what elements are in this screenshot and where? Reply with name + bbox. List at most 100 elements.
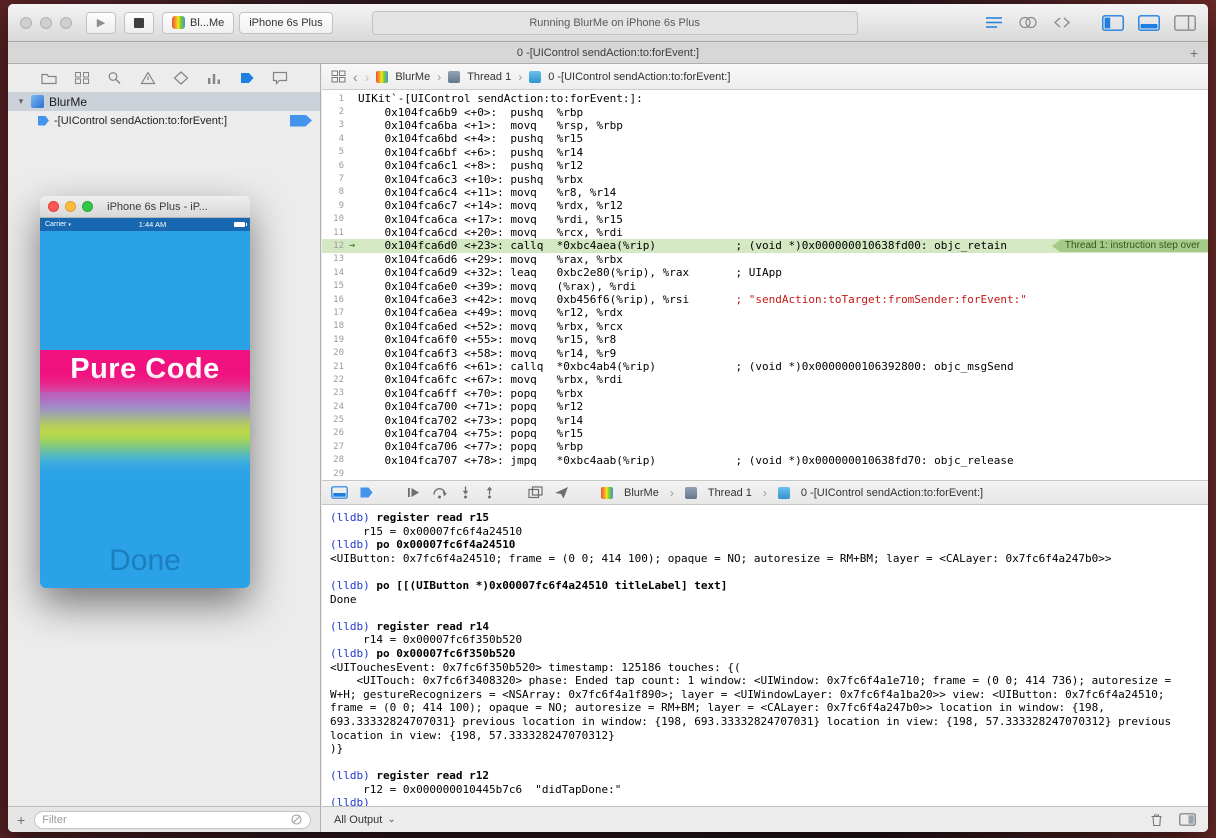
debugbar-crumb-frame[interactable]: 0 -[UIControl sendAction:to:forEvent:] <box>801 487 983 499</box>
minimize-button[interactable] <box>65 201 76 212</box>
step-into-icon[interactable] <box>459 486 472 499</box>
stop-button[interactable] <box>124 11 154 34</box>
debug-view-hierarchy-icon[interactable] <box>528 486 543 499</box>
utilities-toggle-icon[interactable] <box>1174 14 1196 31</box>
jumpbar-crumb-frame[interactable]: 0 -[UIControl sendAction:to:forEvent:] <box>548 71 730 83</box>
stop-icon <box>134 17 144 28</box>
standard-editor-icon[interactable] <box>984 15 1004 30</box>
breakpoints-toggle-icon[interactable] <box>359 486 374 499</box>
console-line: r12 = 0x000000010445b7c6 "didTapDone:" <box>330 782 622 796</box>
console-pane-toggle-icon[interactable] <box>1179 813 1196 826</box>
add-tab-button[interactable]: + <box>1190 42 1198 64</box>
console-line: (lldb) po 0x00007fc6f350b520 <box>330 646 516 660</box>
console-line: r15 = 0x00007fc6f4a24510 <box>330 524 523 538</box>
activity-status-text: Running BlurMe on iPhone 6s Plus <box>529 16 700 29</box>
console-line: <UITouchesEvent: 0x7fc6f350b520> timesta… <box>330 660 741 674</box>
toolbar: ▶ Bl...Me iPhone 6s Plus Running BlurMe … <box>8 4 1208 42</box>
code-line: 23 0x104fca6ff <+70>: popq %rbx <box>333 386 584 400</box>
close-button[interactable] <box>48 201 59 212</box>
simulator-title: iPhone 6s Plus - iP... <box>107 200 208 213</box>
debugbar-crumb-thread[interactable]: Thread 1 <box>708 487 752 499</box>
console-line: (lldb) po 0x00007fc6f4a24510 <box>330 538 516 552</box>
code-line: 8 0x104fca6c4 <+11>: movq %r8, %r14 <box>338 185 617 199</box>
filter-scope-icon[interactable] <box>290 814 303 825</box>
navigator-icon-bar <box>8 64 320 92</box>
window-controls <box>20 16 72 29</box>
minimize-button[interactable] <box>40 16 52 29</box>
code-line: 11 0x104fca6cd <+20>: movq %rcx, %rdi <box>333 226 623 240</box>
console-line: (lldb) register read r12 <box>330 769 489 783</box>
scheme-selector[interactable]: Bl...Me <box>162 11 235 34</box>
stack-frame-icon <box>777 486 790 499</box>
breakpoint-navigator-icon[interactable] <box>238 69 256 87</box>
console-scope-label[interactable]: All Output <box>334 814 382 826</box>
jumpbar-crumb-thread[interactable]: Thread 1 <box>467 71 511 83</box>
run-button[interactable]: ▶ <box>86 11 116 34</box>
play-icon: ▶ <box>96 17 106 29</box>
zoom-button[interactable] <box>82 201 93 212</box>
disclosure-triangle-icon[interactable]: ▾ <box>16 96 26 107</box>
simulator-window-controls <box>48 201 93 212</box>
app-icon <box>172 16 185 29</box>
step-out-icon[interactable] <box>483 486 496 499</box>
issue-navigator-icon[interactable] <box>139 69 157 87</box>
related-items-icon[interactable] <box>331 70 346 83</box>
simulator-screen[interactable]: Carrier ▾ 1:44 AM Pure Code Done <box>40 218 250 588</box>
step-over-icon[interactable] <box>432 486 448 499</box>
editor-mode-buttons <box>984 15 1072 30</box>
code-line: 13 0x104fca6d6 <+29>: movq %rax, %rbx <box>333 252 623 266</box>
destination-selector[interactable]: iPhone 6s Plus <box>239 11 333 34</box>
simulator-titlebar[interactable]: iPhone 6s Plus - iP... <box>40 196 250 218</box>
search-navigator-icon[interactable] <box>106 69 124 87</box>
symbol-navigator-icon[interactable] <box>73 69 91 87</box>
code-line: 27 0x104fca706 <+77>: popq %rbp <box>333 440 584 454</box>
assistant-editor-icon[interactable] <box>1018 15 1038 30</box>
code-line: 7 0x104fca6c3 <+10>: pushq %rbx <box>338 172 584 186</box>
add-breakpoint-button[interactable]: + <box>17 813 25 827</box>
filter-field[interactable] <box>34 810 311 829</box>
disassembly-lines[interactable]: 1 UIKit`-[UIControl sendAction:to:forEven… <box>322 90 1208 480</box>
console-footer-icons <box>1150 813 1196 827</box>
carrier-label: Carrier <box>45 221 67 228</box>
debug-navigator-icon[interactable] <box>205 69 223 87</box>
back-button[interactable]: ‹ <box>353 70 358 84</box>
filter-input[interactable] <box>42 813 285 826</box>
code-line: 3 0x104fca6ba <+1>: movq %rsp, %rbp <box>338 118 623 132</box>
report-navigator-icon[interactable] <box>271 69 289 87</box>
navigator-item-breakpoint[interactable]: -[UIControl sendAction:to:forEvent:] <box>8 111 320 130</box>
navigator-item-project[interactable]: ▾ BlurMe <box>8 92 320 111</box>
tab-title[interactable]: 0 -[UIControl sendAction:to:forEvent:] <box>517 47 699 59</box>
continue-icon[interactable] <box>406 486 421 499</box>
breakpoint-enabled-badge[interactable] <box>290 114 312 127</box>
zoom-button[interactable] <box>60 16 72 29</box>
debug-area-toggle-icon[interactable] <box>1138 14 1160 31</box>
destination-name: iPhone 6s Plus <box>249 16 323 29</box>
code-line: 17 0x104fca6ea <+49>: movq %r12, %rdx <box>333 306 623 320</box>
code-line: 6 0x104fca6c1 <+8>: pushq %r12 <box>338 159 584 173</box>
hide-debug-area-icon[interactable] <box>331 486 348 499</box>
simulator-window: iPhone 6s Plus - iP... Carrier ▾ 1:44 AM… <box>40 196 250 588</box>
jumpbar-crumb-app[interactable]: BlurMe <box>395 71 430 83</box>
clear-console-icon[interactable] <box>1150 813 1163 827</box>
navigator-toggle-icon[interactable] <box>1102 14 1124 31</box>
done-button[interactable]: Done <box>40 544 250 578</box>
code-line: 18 0x104fca6ed <+52>: movq %rbx, %rcx <box>333 319 623 333</box>
close-button[interactable] <box>20 16 32 29</box>
console-output[interactable]: (lldb) register read r15 r15 = 0x00007fc… <box>322 505 1208 806</box>
breakpoint-label: -[UIControl sendAction:to:forEvent:] <box>54 114 228 127</box>
debugbar-crumb-app[interactable]: BlurMe <box>624 487 659 499</box>
project-navigator-icon[interactable] <box>40 69 58 87</box>
editor-area: ‹ › BlurMe › Thread 1 › 0 -[UIControl se… <box>322 64 1208 832</box>
activity-viewer: Running BlurMe on iPhone 6s Plus <box>371 10 858 35</box>
thread-icon <box>684 486 697 499</box>
forward-button[interactable]: › <box>365 70 370 84</box>
version-editor-icon[interactable] <box>1052 15 1072 30</box>
test-navigator-icon[interactable] <box>172 69 190 87</box>
thread-state-badge: Thread 1: instruction step over <box>1051 239 1208 253</box>
console-line: r14 = 0x00007fc6f350b520 <box>330 633 523 647</box>
breakpoint-icon <box>38 115 49 126</box>
simulate-location-icon[interactable] <box>554 486 569 499</box>
code-line: 14 0x104fca6d9 <+32>: leaq 0xbc2e80(%rip… <box>333 266 782 280</box>
